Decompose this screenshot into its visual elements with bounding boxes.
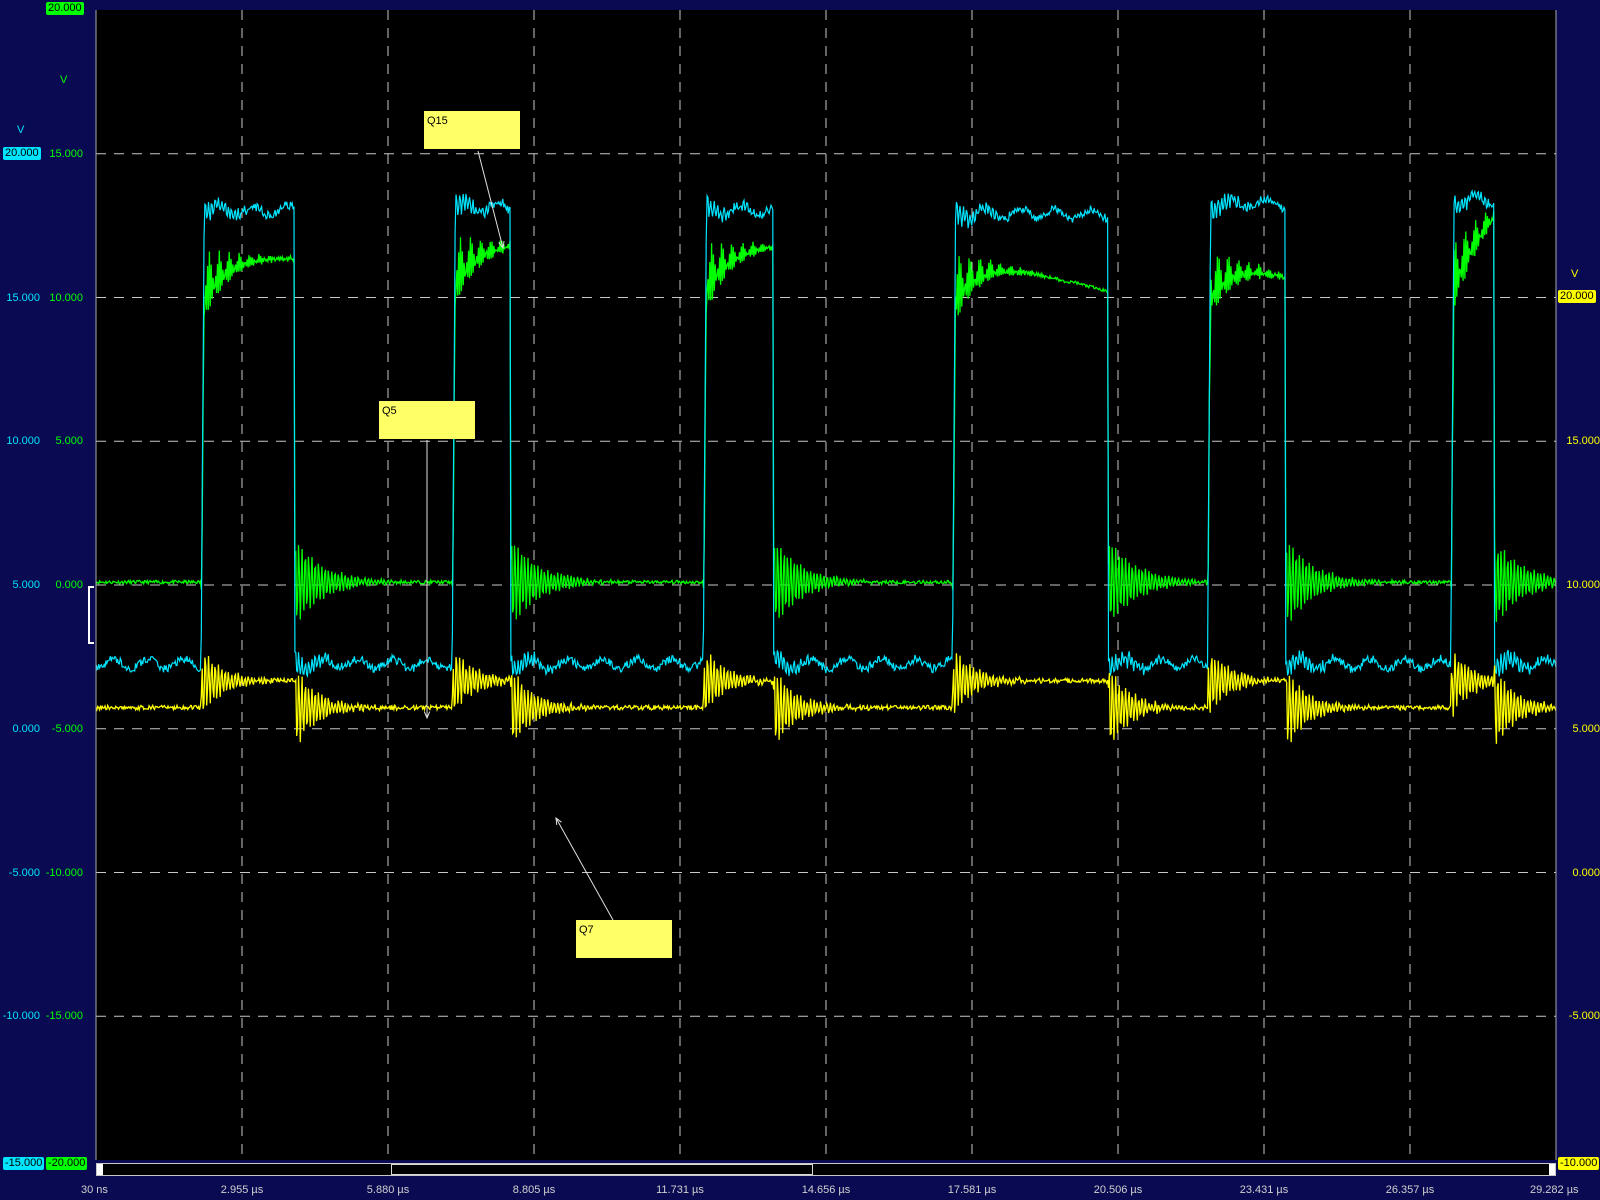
cyan-axis-bottom: -15.000 <box>3 1157 45 1170</box>
cyan-axis-tick: 10.000 <box>6 435 40 448</box>
annotation-q5[interactable]: Q5 <box>379 401 475 439</box>
yellow-axis-bottom: -10.000 <box>1558 1157 1600 1170</box>
cyan-axis-tick: 5.000 <box>12 579 40 591</box>
cyan-axis-unit: V <box>17 124 25 136</box>
scrollbar-left-handle[interactable] <box>97 1164 103 1175</box>
green-axis-top: 20.000 <box>46 2 84 15</box>
green-axis-tick: 10.000 <box>49 291 83 304</box>
scrollbar-right-handle[interactable] <box>1549 1164 1555 1175</box>
x-axis-tick: 8.805 µs <box>512 1184 556 1196</box>
cyan-axis-tick: -10.000 <box>2 1010 40 1023</box>
green-axis-tick: 15.000 <box>49 147 83 160</box>
green-axis-tick: -15.000 <box>45 1010 83 1023</box>
x-axis-tick: 30 ns <box>81 1184 108 1196</box>
green-axis-tick: 5.000 <box>55 435 83 448</box>
time-scrollbar[interactable] <box>96 1163 1556 1176</box>
green-axis-tick: 0.000 <box>55 579 83 591</box>
yellow-axis-tick: 0.000 <box>1572 866 1600 879</box>
cyan-axis-tick: 15.000 <box>6 291 40 304</box>
green-axis-unit: V <box>60 74 68 86</box>
yellow-axis-tick: 5.000 <box>1572 722 1600 735</box>
cursor-bracket <box>88 586 94 644</box>
yellow-axis-tick: -5.000 <box>1568 1010 1600 1023</box>
x-axis-tick: 26.357 µs <box>1385 1184 1435 1196</box>
yellow-axis-top: 20.000 <box>1558 290 1596 303</box>
annotation-q15[interactable]: Q15 <box>424 111 520 149</box>
cyan-axis-top: 20.000 <box>3 147 41 160</box>
cyan-axis-tick: 0.000 <box>12 722 40 735</box>
annotation-q7[interactable]: Q7 <box>576 920 672 958</box>
yellow-axis-tick: 15.000 <box>1566 435 1600 448</box>
x-axis-tick: 14.656 µs <box>801 1184 851 1196</box>
cyan-axis-tick: -5.000 <box>8 866 40 879</box>
x-axis-tick: 29.282 µs <box>1530 1184 1579 1196</box>
x-axis-tick: 17.581 µs <box>947 1184 997 1196</box>
green-axis-tick: -10.000 <box>45 866 83 879</box>
x-axis-tick: 5.880 µs <box>366 1184 410 1196</box>
green-axis-bottom: -20.000 <box>46 1157 88 1170</box>
green-axis-tick: -5.000 <box>51 722 83 735</box>
yellow-axis-unit: V <box>1571 268 1579 280</box>
oscilloscope-plot <box>88 10 1557 1160</box>
x-axis-tick: 11.731 µs <box>656 1184 704 1196</box>
x-axis-tick: 2.955 µs <box>220 1184 264 1196</box>
scrollbar-thumb[interactable] <box>391 1164 813 1175</box>
x-axis-tick: 23.431 µs <box>1239 1184 1289 1196</box>
x-axis-tick: 20.506 µs <box>1093 1184 1143 1196</box>
yellow-axis-tick: 10.000 <box>1566 579 1600 591</box>
